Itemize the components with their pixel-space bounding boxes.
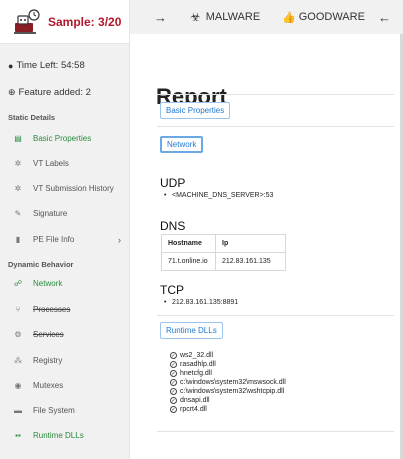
table-header-row: Hostname Ip bbox=[161, 234, 286, 253]
section-static-details: Static Details bbox=[8, 113, 56, 122]
sidebar-item-vt-labels[interactable]: ✲ VT Labels bbox=[0, 151, 129, 176]
network-icon: ☍ bbox=[13, 279, 23, 288]
dll-name: rasadhlp.dll bbox=[180, 361, 216, 368]
check-circle-icon: ✓ bbox=[170, 406, 177, 413]
sidebar-item-label: Registry bbox=[33, 356, 63, 365]
sidebar-header: Sample: 3/20 bbox=[0, 0, 129, 44]
arrow-right-icon[interactable]: → bbox=[154, 10, 167, 25]
runtime-dlls-button[interactable]: Runtime DLLs bbox=[160, 322, 223, 339]
table-cell-hostname: 71.t.online.io bbox=[161, 252, 216, 271]
sample-counter: Sample: 3/20 bbox=[48, 14, 122, 29]
cogs-icon: ⚙ bbox=[14, 330, 22, 339]
sidebar-item-label: Runtime DLLs bbox=[33, 431, 84, 440]
dns-heading: DNS bbox=[160, 219, 186, 233]
check-circle-icon: ✓ bbox=[170, 352, 177, 359]
divider bbox=[157, 315, 394, 316]
clock-icon: ● bbox=[8, 60, 14, 71]
sidebar-item-label: Services bbox=[33, 330, 64, 339]
dll-name: c:\windows\system32\wshtcpip.dll bbox=[180, 388, 285, 395]
virus-icon: ✲ bbox=[14, 184, 22, 193]
sidebar-item-vt-submission-history[interactable]: ✲ VT Submission History bbox=[0, 176, 129, 201]
signature-icon: ✎ bbox=[14, 209, 22, 218]
tcp-entry: 212.83.161.135:8891 bbox=[164, 299, 238, 306]
sidebar-item-registry[interactable]: ⁂ Registry bbox=[0, 348, 129, 373]
dll-name: rpcrt4.dll bbox=[180, 406, 207, 413]
table-icon: ▤ bbox=[14, 134, 22, 143]
network-button[interactable]: Network bbox=[160, 136, 204, 153]
malware-button[interactable]: ☣ MALWARE bbox=[190, 10, 260, 24]
sidebar-item-label: PE File Info bbox=[33, 235, 75, 244]
chevron-right-icon: › bbox=[118, 234, 121, 245]
check-circle-icon: ✓ bbox=[170, 397, 177, 404]
search-icon: ⊕ bbox=[8, 87, 16, 97]
file-icon: ▮ bbox=[15, 235, 21, 244]
list-item: ✓ hnetcfg.dll bbox=[170, 370, 212, 377]
table-row: 71.t.online.io 212.83.161.135 bbox=[161, 252, 286, 271]
table-header-ip: Ip bbox=[215, 234, 286, 253]
sidebar-item-mutexes[interactable]: ◉ Mutexes bbox=[0, 373, 129, 398]
sidebar-item-pe-file-info[interactable]: ▮ PE File Info › bbox=[0, 227, 129, 252]
table-cell-ip: 212.83.161.135 bbox=[215, 252, 286, 271]
dll-name: hnetcfg.dll bbox=[180, 370, 212, 377]
dns-table: Hostname Ip 71.t.online.io 212.83.161.13… bbox=[161, 234, 286, 271]
check-circle-icon: ✓ bbox=[170, 388, 177, 395]
list-item: ✓ dnsapi.dll bbox=[170, 397, 210, 404]
dll-name: c:\windows\system32\mswsock.dll bbox=[180, 379, 286, 386]
sidebar-item-label: VT Submission History bbox=[33, 184, 114, 193]
goodware-button[interactable]: 👍 GOODWARE bbox=[282, 11, 365, 24]
time-left-text: Time Left: 54:58 bbox=[16, 60, 85, 71]
sidebar-item-label: File System bbox=[33, 406, 75, 415]
section-dynamic-behavior: Dynamic Behavior bbox=[8, 260, 74, 269]
thumbs-up-icon: 👍 bbox=[282, 11, 296, 24]
biohazard-icon: ☣ bbox=[190, 10, 201, 24]
mutex-icon: ◉ bbox=[14, 381, 22, 390]
basic-properties-button[interactable]: Basic Properties bbox=[160, 102, 231, 119]
list-item: ✓ rasadhlp.dll bbox=[170, 361, 216, 368]
tcp-heading: TCP bbox=[160, 283, 184, 297]
arrow-left-icon[interactable]: ← bbox=[378, 10, 391, 25]
list-item: ✓ ws2_32.dll bbox=[170, 352, 213, 359]
malware-label: MALWARE bbox=[205, 11, 261, 23]
check-circle-icon: ✓ bbox=[170, 379, 177, 386]
sidebar-item-services[interactable]: ⚙ Services bbox=[0, 322, 129, 347]
check-circle-icon: ✓ bbox=[170, 370, 177, 377]
sidebar-item-label: Basic Properties bbox=[33, 134, 92, 143]
check-circle-icon: ✓ bbox=[170, 361, 177, 368]
sidebar-item-label: Processes bbox=[33, 305, 71, 314]
table-header-hostname: Hostname bbox=[161, 234, 216, 253]
feature-added-text: Feature added: 2 bbox=[18, 87, 91, 98]
sidebar-item-file-system[interactable]: ▬ File System bbox=[0, 398, 129, 423]
sidebar-item-signature[interactable]: ✎ Signature bbox=[0, 201, 129, 226]
main-content: Report Basic Properties Network UDP <MAC… bbox=[130, 34, 403, 459]
sidebar-item-basic-properties[interactable]: ▤ Basic Properties bbox=[0, 126, 129, 151]
robot-logo-icon bbox=[12, 7, 42, 37]
divider bbox=[157, 126, 394, 127]
sidebar-item-label: Mutexes bbox=[33, 381, 64, 390]
sidebar-item-label: Network bbox=[33, 279, 63, 288]
udp-entry: <MACHINE_DNS_SERVER>:53 bbox=[164, 192, 273, 199]
sidebar-item-network[interactable]: ☍ Network bbox=[0, 271, 129, 296]
list-item: ✓ c:\windows\system32\wshtcpip.dll bbox=[170, 388, 284, 395]
list-item: ✓ c:\windows\system32\mswsock.dll bbox=[170, 379, 286, 386]
dll-name: ws2_32.dll bbox=[180, 352, 214, 359]
registry-icon: ⁂ bbox=[14, 356, 22, 365]
folder-icon: ▬ bbox=[14, 406, 22, 415]
virus-icon: ✲ bbox=[14, 159, 22, 168]
dll-icon: ▪▪ bbox=[15, 431, 21, 440]
sidebar-item-processes[interactable]: ⑂ Processes bbox=[0, 297, 129, 322]
time-left: ● Time Left: 54:58 bbox=[0, 60, 93, 71]
list-item: ✓ rpcrt4.dll bbox=[170, 406, 207, 413]
sidebar-item-runtime-dlls[interactable]: ▪▪ Runtime DLLs bbox=[0, 423, 129, 448]
sidebar-item-label: VT Labels bbox=[33, 159, 69, 168]
udp-heading: UDP bbox=[160, 176, 186, 190]
dll-name: dnsapi.dll bbox=[180, 397, 210, 404]
sidebar-item-label: Signature bbox=[33, 209, 68, 218]
divider bbox=[157, 431, 394, 432]
sidebar: Sample: 3/20 ● Time Left: 54:58 ⊕ Featur… bbox=[0, 0, 130, 459]
top-bar: → ☣ MALWARE 👍 GOODWARE ← bbox=[130, 0, 403, 34]
divider bbox=[157, 94, 394, 95]
goodware-label: GOODWARE bbox=[298, 11, 365, 23]
process-icon: ⑂ bbox=[15, 305, 21, 314]
feature-added: ⊕ Feature added: 2 bbox=[0, 87, 99, 98]
